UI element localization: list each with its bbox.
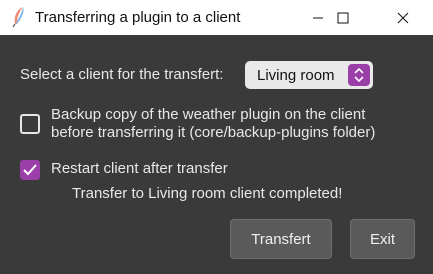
close-button[interactable] [380,0,426,35]
updown-arrows-icon [348,64,370,86]
backup-checkbox-label: Backup copy of the weather plugin on the… [51,106,375,142]
transfert-button[interactable]: Transfert [230,219,332,259]
title-bar[interactable]: Transferring a plugin to a client [0,0,433,35]
backup-label-line2: before transferring it (core/backup-plug… [51,124,376,141]
backup-checkbox[interactable] [20,114,40,134]
exit-button[interactable]: Exit [350,219,415,259]
feather-icon [10,6,28,28]
restart-checkbox[interactable] [20,160,40,180]
maximize-icon [337,12,349,23]
dialog-body: Select a client for the transfert: Livin… [0,35,433,274]
window-title: Transferring a plugin to a client [35,9,241,26]
status-message: Transfer to Living room client completed… [72,185,343,202]
client-select-value: Living room [257,67,335,84]
client-select-label: Select a client for the transfert: [20,66,224,83]
backup-label-line1: Backup copy of the weather plugin on the… [51,106,366,123]
client-select[interactable]: Living room [245,61,373,89]
close-icon [397,12,409,23]
maximize-button[interactable] [320,0,366,35]
restart-checkbox-label: Restart client after transfer [51,160,228,177]
checkmark-icon [23,164,37,176]
